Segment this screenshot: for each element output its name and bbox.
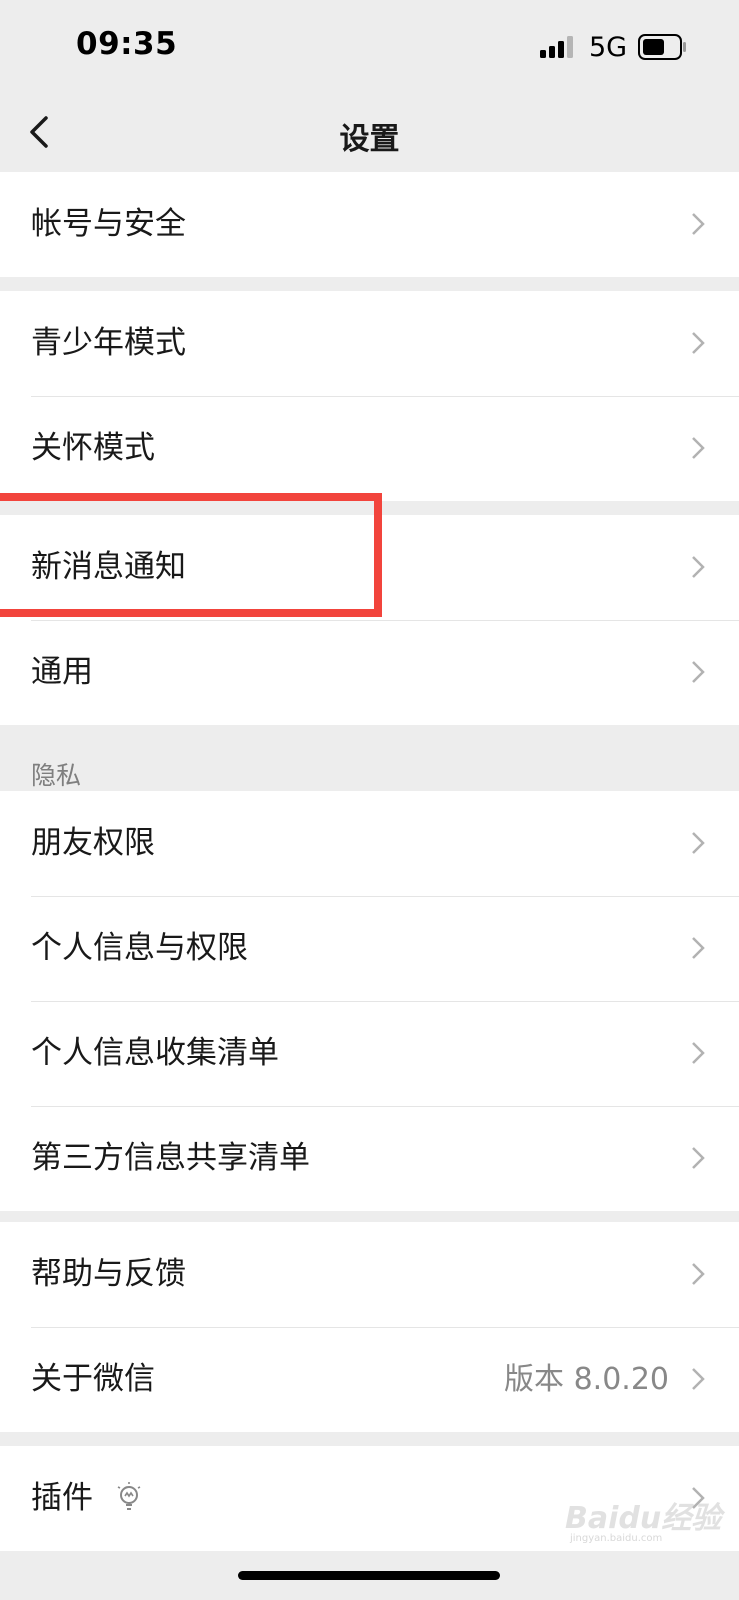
row-label: 个人信息收集清单 <box>31 1035 279 1071</box>
home-indicator[interactable] <box>238 1571 500 1580</box>
nav-bar: 设置 <box>0 96 739 176</box>
chevron-right-icon <box>692 556 705 578</box>
settings-group-modes: 青少年模式 关怀模式 <box>0 291 739 501</box>
settings-group-account: 帐号与安全 <box>0 172 739 277</box>
row-label: 帮助与反馈 <box>31 1256 186 1292</box>
chevron-right-icon <box>692 661 705 683</box>
row-help-feedback[interactable]: 帮助与反馈 <box>0 1222 739 1327</box>
chevron-right-icon <box>692 1147 705 1169</box>
chevron-right-icon <box>692 1368 705 1390</box>
signal-strength-icon <box>540 36 573 58</box>
row-general[interactable]: 通用 <box>0 620 739 725</box>
status-time: 09:35 <box>76 26 178 62</box>
row-label: 插件 <box>31 1480 93 1516</box>
row-care-mode[interactable]: 关怀模式 <box>0 396 739 501</box>
row-label: 关于微信 <box>31 1361 155 1397</box>
chevron-right-icon <box>692 332 705 354</box>
baidu-watermark: Baidu经验 <box>565 1501 722 1536</box>
row-label: 关怀模式 <box>31 430 155 466</box>
chevron-right-icon <box>692 1263 705 1285</box>
page-title: 设置 <box>339 122 400 157</box>
divider <box>31 620 739 621</box>
row-label: 朋友权限 <box>31 825 155 861</box>
baidu-watermark-url: jingyan.baidu.com <box>570 1533 663 1544</box>
row-label: 新消息通知 <box>31 549 186 585</box>
lightbulb-icon <box>117 1482 141 1510</box>
settings-group-general: 新消息通知 通用 <box>0 515 739 725</box>
row-about-wechat[interactable]: 关于微信 版本 8.0.20 <box>0 1327 739 1432</box>
row-label: 帐号与安全 <box>31 206 186 242</box>
settings-group-privacy: 朋友权限 个人信息与权限 个人信息收集清单 第三方信息共享清单 <box>0 791 739 1211</box>
row-new-message-notification[interactable]: 新消息通知 <box>0 515 739 620</box>
row-label: 青少年模式 <box>31 325 186 361</box>
row-friend-permissions[interactable]: 朋友权限 <box>0 791 739 896</box>
section-title-privacy: 隐私 <box>31 761 82 790</box>
row-personal-info-collection-list[interactable]: 个人信息收集清单 <box>0 1001 739 1106</box>
row-personal-info-permissions[interactable]: 个人信息与权限 <box>0 896 739 1001</box>
battery-icon <box>638 34 686 60</box>
status-bar: 09:35 5G <box>0 0 739 96</box>
network-type: 5G <box>589 32 628 63</box>
row-label: 通用 <box>31 654 93 690</box>
row-third-party-sharing-list[interactable]: 第三方信息共享清单 <box>0 1106 739 1211</box>
chevron-right-icon <box>692 937 705 959</box>
row-account-security[interactable]: 帐号与安全 <box>0 172 739 277</box>
row-label: 个人信息与权限 <box>31 930 248 966</box>
row-teen-mode[interactable]: 青少年模式 <box>0 291 739 396</box>
version-value: 版本 8.0.20 <box>504 1362 669 1397</box>
chevron-right-icon <box>692 213 705 235</box>
chevron-right-icon <box>692 832 705 854</box>
settings-group-help: 帮助与反馈 关于微信 版本 8.0.20 <box>0 1222 739 1432</box>
chevron-right-icon <box>692 437 705 459</box>
row-label: 第三方信息共享清单 <box>31 1140 310 1176</box>
chevron-right-icon <box>692 1042 705 1064</box>
